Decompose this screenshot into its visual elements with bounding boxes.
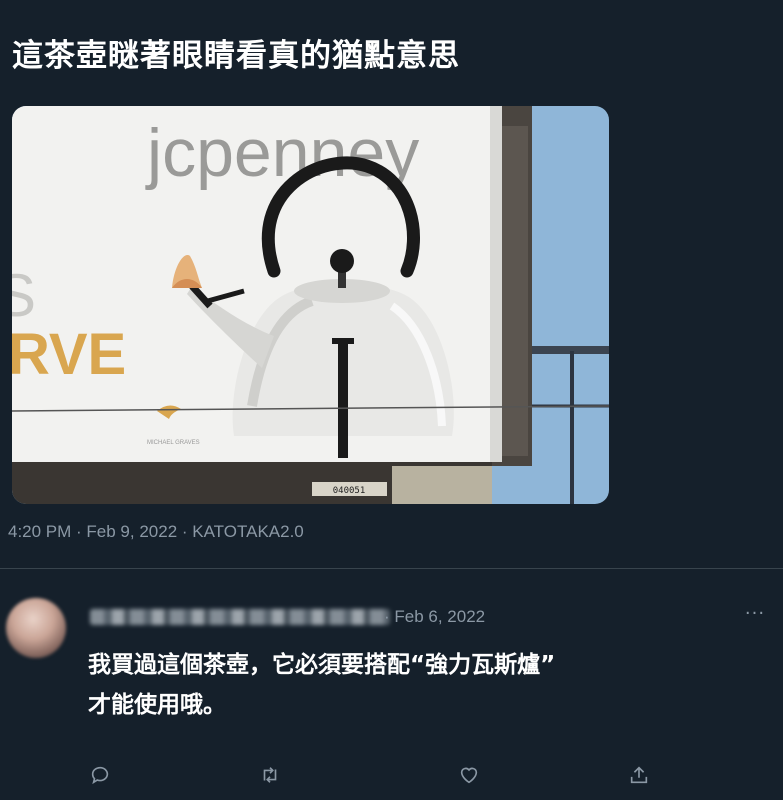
- reply-author-name-blurred[interactable]: [90, 609, 390, 625]
- reply-text-line-1: 我買過這個茶壺，它必須要搭配“強力瓦斯爐”: [88, 652, 556, 678]
- tweet-timestamp[interactable]: 4:20 PM · Feb 9, 2022 · KATOTAKA2.0: [8, 522, 304, 542]
- retweet-icon[interactable]: [255, 760, 285, 790]
- divider: [0, 568, 783, 569]
- billboard-small-logo: MICHAEL GRAVES: [147, 440, 200, 446]
- reply-avatar[interactable]: [6, 598, 66, 658]
- tweet-text: 這茶壺瞇著眼睛看真的猶點意思: [12, 38, 460, 74]
- billboard-brand-text: jcpenney: [145, 115, 419, 191]
- tweet-media-image[interactable]: 040051 jcpenney S RVE MICHAEL GRAVES: [12, 106, 609, 504]
- billboard-plate-text: 040051: [333, 486, 366, 496]
- reply-action-bar: [0, 760, 783, 790]
- more-options-icon[interactable]: ···: [740, 602, 770, 626]
- share-icon[interactable]: [624, 760, 654, 790]
- like-icon[interactable]: [454, 760, 484, 790]
- billboard-fragment-1: S: [12, 262, 36, 329]
- billboard-photo: 040051 jcpenney S RVE MICHAEL GRAVES: [12, 106, 609, 504]
- billboard-fragment-2: RVE: [12, 322, 126, 387]
- reply-text-line-2: 才能使用哦。: [88, 692, 226, 718]
- reply-icon[interactable]: [85, 760, 115, 790]
- reply-text: 我買過這個茶壺，它必須要搭配“強力瓦斯爐” 才能使用哦。: [88, 645, 768, 725]
- reply-date[interactable]: · Feb 6, 2022: [384, 607, 485, 627]
